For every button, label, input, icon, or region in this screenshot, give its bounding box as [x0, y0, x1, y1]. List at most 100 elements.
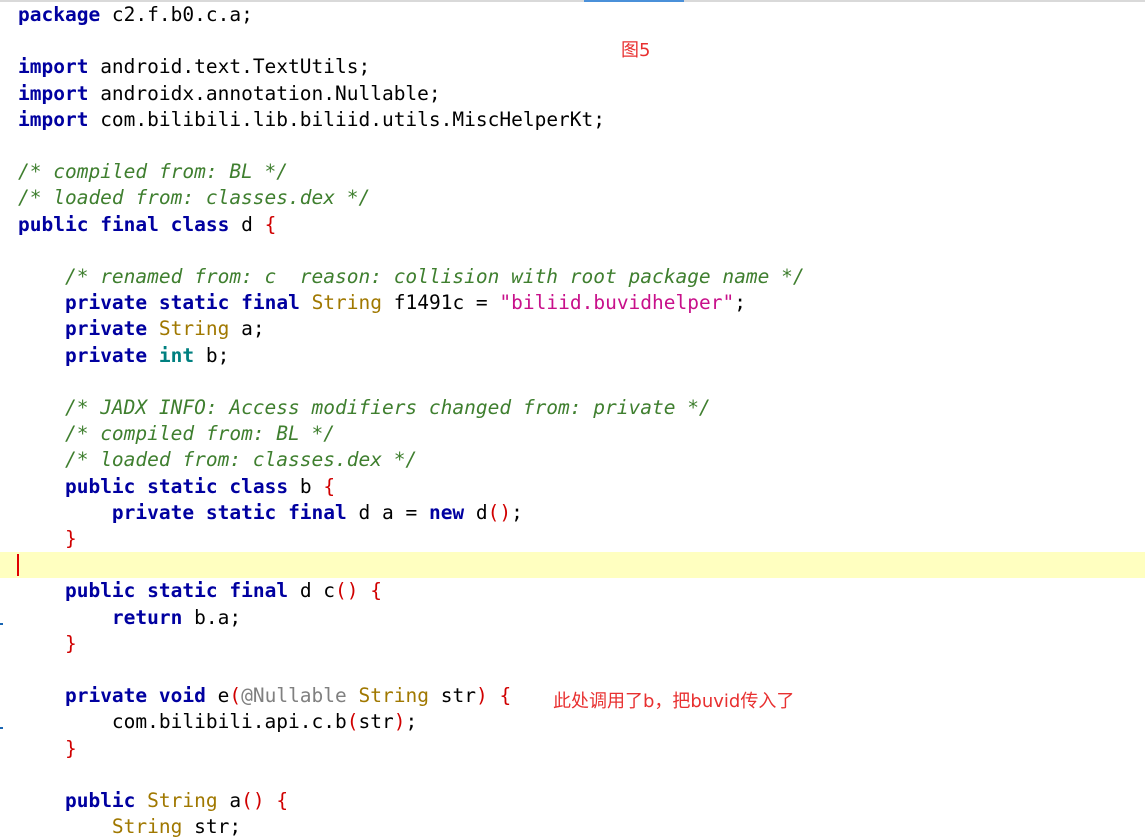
- code-token: androidx.annotation.Nullable;: [88, 81, 441, 105]
- code-line[interactable]: }: [0, 631, 1145, 657]
- gutter-marker[interactable]: [0, 622, 3, 625]
- code-token: static: [158, 291, 230, 315]
- code-token: String: [311, 291, 383, 315]
- code-token: ): [393, 710, 406, 734]
- code-text: import androidx.annotation.Nullable;: [18, 81, 441, 107]
- code-text: /* JADX INFO: Access modifiers changed f…: [18, 395, 711, 421]
- code-token: ;: [734, 291, 746, 315]
- code-token: /* JADX INFO: Access modifiers changed f…: [64, 396, 711, 419]
- gutter-marker[interactable]: [0, 727, 3, 730]
- code-text: /* loaded from: classes.dex */: [18, 185, 370, 211]
- code-token: public: [64, 789, 136, 812]
- code-token: public: [64, 579, 136, 603]
- code-token: com.bilibili.api.c.b: [18, 710, 347, 734]
- code-token: }: [64, 527, 77, 550]
- code-token: d a =: [346, 500, 429, 524]
- code-line[interactable]: package c2.f.b0.c.a;: [0, 2, 1145, 28]
- text-caret: [17, 554, 19, 577]
- code-token: com.bilibili.lib.biliid.utils.MiscHelper…: [88, 107, 606, 131]
- code-line[interactable]: private static final String f1491c = "bi…: [0, 290, 1145, 316]
- code-line[interactable]: [0, 133, 1145, 159]
- code-line[interactable]: /* loaded from: classes.dex */: [0, 185, 1145, 211]
- code-line[interactable]: return b.a;: [0, 605, 1145, 631]
- code-line[interactable]: private String a;: [0, 316, 1145, 342]
- code-token: private: [64, 317, 148, 341]
- code-line[interactable]: /* renamed from: c reason: collision wit…: [0, 264, 1145, 290]
- code-token: d: [464, 500, 488, 524]
- code-token: @Nullable: [241, 684, 347, 708]
- code-line[interactable]: }: [0, 736, 1145, 762]
- code-text: import android.text.TextUtils;: [18, 54, 370, 80]
- code-token: (): [487, 500, 512, 524]
- code-token: private: [111, 500, 195, 524]
- code-line[interactable]: public final class d {: [0, 212, 1145, 238]
- code-line[interactable]: import androidx.annotation.Nullable;: [0, 81, 1145, 107]
- code-line[interactable]: [0, 762, 1145, 788]
- code-token: String: [111, 815, 183, 839]
- code-line[interactable]: }: [0, 526, 1145, 552]
- code-token: String: [358, 684, 429, 708]
- code-line[interactable]: private int b;: [0, 343, 1145, 369]
- code-token: d c: [288, 579, 336, 603]
- code-token: new: [428, 500, 465, 524]
- code-line[interactable]: public String a() {: [0, 788, 1145, 814]
- code-token: }: [64, 736, 77, 760]
- code-line[interactable]: public static class b {: [0, 474, 1145, 500]
- code-line[interactable]: /* compiled from: BL */: [0, 421, 1145, 447]
- code-token: str;: [182, 815, 242, 839]
- current-line[interactable]: [0, 552, 1145, 579]
- code-text: private void e(@Nullable String str) {: [18, 683, 511, 709]
- code-line[interactable]: /* compiled from: BL */: [0, 159, 1145, 185]
- code-line[interactable]: /* JADX INFO: Access modifiers changed f…: [0, 395, 1145, 421]
- code-token: /* compiled from: BL */: [18, 160, 289, 184]
- code-token: import: [18, 107, 89, 131]
- code-line[interactable]: [0, 238, 1145, 264]
- code-editor[interactable]: package c2.f.b0.c.a; import android.text.…: [0, 0, 1145, 839]
- code-token: return: [111, 605, 183, 629]
- code-text: package c2.f.b0.c.a;: [18, 2, 253, 28]
- code-token: ;: [405, 710, 418, 734]
- code-token: {: [264, 212, 277, 236]
- code-text: public final class d {: [18, 212, 276, 238]
- code-line[interactable]: String str;: [0, 814, 1145, 840]
- code-line[interactable]: import com.bilibili.lib.biliid.utils.Mis…: [0, 107, 1145, 133]
- code-line[interactable]: public static final d c() {: [0, 578, 1145, 604]
- code-line[interactable]: private static final d a = new d();: [0, 500, 1145, 526]
- code-token: c2.f.b0.c.a;: [100, 3, 253, 26]
- code-line[interactable]: /* loaded from: classes.dex */: [0, 447, 1145, 473]
- code-text: /* compiled from: BL */: [18, 159, 288, 185]
- code-token: d: [229, 212, 265, 236]
- code-line[interactable]: [0, 657, 1145, 683]
- code-line[interactable]: import android.text.TextUtils;: [0, 54, 1145, 80]
- code-line[interactable]: [0, 369, 1145, 395]
- code-token: void: [158, 684, 206, 708]
- code-token: ): [475, 684, 488, 708]
- code-token: /* compiled from: BL */: [64, 422, 335, 446]
- code-token: /* loaded from: classes.dex */: [64, 448, 418, 472]
- code-token: import: [18, 55, 89, 79]
- code-text: com.bilibili.api.c.b(str);: [18, 709, 417, 735]
- code-line[interactable]: com.bilibili.api.c.b(str);: [0, 709, 1145, 735]
- code-line[interactable]: [0, 28, 1145, 54]
- code-text: /* compiled from: BL */: [18, 421, 335, 447]
- code-token: package: [18, 3, 101, 26]
- code-token: {: [323, 474, 336, 498]
- code-text: import com.bilibili.lib.biliid.utils.Mis…: [18, 107, 605, 133]
